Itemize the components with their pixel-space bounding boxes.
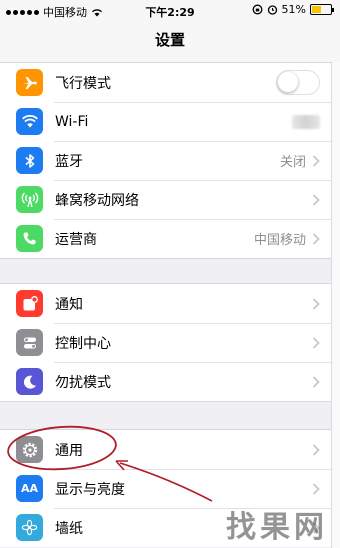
row-label: 飞行模式 [55,75,111,92]
row-do-not-disturb[interactable]: 勿扰模式 [0,362,332,401]
moon-icon [16,368,43,395]
row-label: 通用 [55,442,83,459]
control-center-icon [16,329,43,356]
chevron-right-icon [312,232,320,245]
row-wifi[interactable]: Wi-Fi [0,102,332,141]
phone-icon [16,225,43,252]
row-notifications[interactable]: 通知 [0,284,332,323]
page-title: 设置 [0,22,340,63]
alarm-icon [267,5,277,15]
carrier-value: 中国移动 [253,233,306,248]
wallpaper-icon [16,514,43,541]
row-label: 通知 [55,296,83,313]
chevron-right-icon [312,375,320,388]
row-general[interactable]: 通用 [0,430,332,469]
watermark: 找果网 [226,510,328,545]
row-label: 控制中心 [55,335,111,352]
row-label: 显示与亮度 [55,481,125,498]
row-label: Wi-Fi [55,113,89,130]
chevron-right-icon [312,443,320,456]
row-airplane-mode: 飞行模式 [0,63,332,102]
chevron-right-icon [312,336,320,349]
battery-icon [310,4,334,15]
scrollbar[interactable] [331,62,340,548]
bluetooth-icon [16,147,43,174]
chevron-right-icon [312,193,320,206]
rotation-lock-icon [252,4,262,15]
settings-group-notifications: 通知 控制中心 勿扰模式 [0,283,332,402]
row-label: 勿扰模式 [55,374,111,391]
row-cellular[interactable]: 蜂窝移动网络 [0,180,332,219]
wifi-network-value [292,114,320,129]
row-bluetooth[interactable]: 蓝牙 关闭 [0,141,332,180]
battery-percent: 51% [281,3,306,16]
display-brightness-icon: AA [16,475,43,502]
antenna-icon [16,186,43,213]
chevron-right-icon [312,482,320,495]
status-right: 51% [252,3,334,16]
notifications-icon [16,290,43,317]
chevron-right-icon [312,297,320,310]
row-label: 蜂窝移动网络 [55,192,139,209]
battery-fill [312,6,321,13]
settings-group-connectivity: 飞行模式 Wi-Fi 蓝牙 关闭 蜂窝移动网络 运营商 中国移动 [0,62,332,259]
bluetooth-status: 关闭 [279,155,306,170]
gear-icon [16,436,43,463]
airplane-icon [16,69,43,96]
chevron-right-icon [312,154,320,167]
wifi-icon [16,108,43,135]
toggle-knob [278,72,298,92]
row-carrier[interactable]: 运营商 中国移动 [0,219,332,258]
airplane-mode-toggle[interactable] [276,70,320,95]
row-control-center[interactable]: 控制中心 [0,323,332,362]
status-bar: 中国移动 下午2:29 51% [0,0,340,22]
row-label: 蓝牙 [55,153,83,170]
row-label: 运营商 [55,231,97,248]
